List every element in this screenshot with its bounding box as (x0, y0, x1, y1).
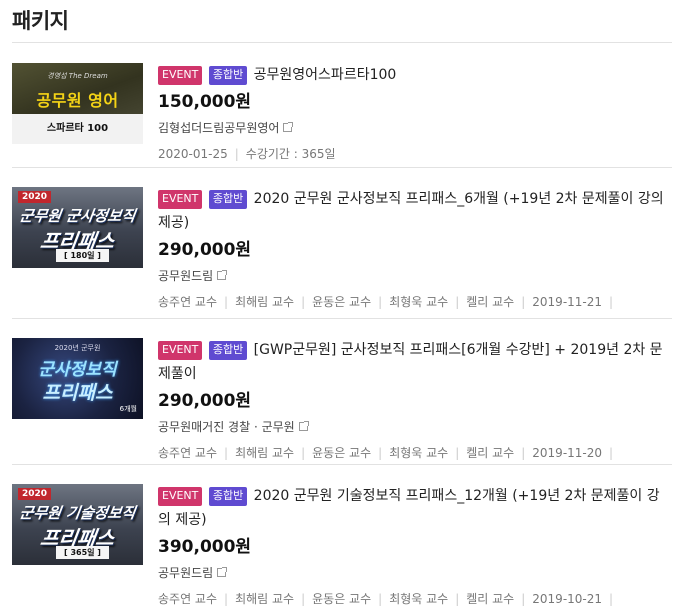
package-thumbnail[interactable]: 2020 군무원 기술정보직 프리패스 [ 365일 ] (12, 484, 143, 565)
external-link-icon[interactable] (217, 567, 228, 577)
provider-link[interactable]: 공무원드림 (158, 266, 672, 286)
package-title-line[interactable]: EVENT 종합반 [GWP군무원] 군사정보직 프리패스[6개월 수강반] +… (158, 338, 672, 386)
teacher-name[interactable]: 최형욱 교수 (389, 295, 448, 309)
provider-name[interactable]: 김형섭더드림공무원영어 (158, 121, 279, 135)
package-section: 패키지 경영섭 The Dream 공무원 영어 스파르타 100 EVENT … (0, 0, 695, 607)
package-thumbnail[interactable]: 2020년 군무원 군사정보직 프리패스 6개월 (12, 338, 143, 419)
thumbnail-year: 2020 (18, 191, 52, 203)
divider (12, 42, 672, 43)
thumbnail-title: 군무원 기술정보직 (18, 504, 137, 522)
combo-badge: 종합반 (208, 66, 248, 85)
package-info: EVENT 종합반 공무원영어스파르타100 150,000원 김형섭더드림공무… (158, 63, 672, 164)
teacher-name[interactable]: 송주연 교수 (158, 446, 217, 460)
package-thumbnail[interactable]: 2020 군무원 군사정보직 프리패스 [ 180일 ] (12, 187, 143, 268)
thumbnail-duration: [ 180일 ] (56, 249, 109, 262)
meta-date: 2020-01-25 (158, 147, 228, 161)
provider-name[interactable]: 공무원매거진 경찰 · 군무원 (158, 420, 295, 434)
combo-badge: 종합반 (208, 341, 248, 360)
combo-badge: 종합반 (208, 190, 248, 209)
meta-date: 2019-11-21 (532, 295, 603, 309)
package-price: 290,000원 (158, 240, 252, 260)
package-title-line[interactable]: EVENT 종합반 2020 군무원 기술정보직 프리패스_12개월 (+19년… (158, 484, 672, 532)
section-title: 패키지 (12, 9, 69, 33)
thumbnail-caption: 경영섭 The Dream (47, 72, 108, 80)
package-meta: 송주연 교수 | 최해림 교수 | 윤동은 교수 | 최형욱 교수 | 켈리 교수 | 2019-1… (158, 295, 614, 309)
external-link-icon[interactable] (283, 122, 294, 132)
thumbnail-year: 2020 (18, 488, 52, 500)
thumbnail-duration: 6개월 (119, 405, 137, 413)
package-thumbnail[interactable]: 경영섭 The Dream 공무원 영어 스파르타 100 (12, 63, 143, 144)
teacher-name[interactable]: 켈리 교수 (466, 295, 514, 309)
thumbnail-title: 군사정보직 (38, 360, 117, 380)
provider-name[interactable]: 공무원드림 (158, 269, 213, 283)
divider (12, 167, 672, 168)
thumbnail-title: 군무원 군사정보직 (18, 207, 137, 225)
event-badge: EVENT (158, 341, 203, 360)
meta-date: 2019-10-21 (532, 592, 603, 606)
provider-link[interactable]: 김형섭더드림공무원영어 (158, 118, 672, 138)
teacher-name[interactable]: 켈리 교수 (466, 592, 514, 606)
package-info: EVENT 종합반 2020 군무원 군사정보직 프리패스_6개월 (+19년 … (158, 187, 672, 312)
teacher-name[interactable]: 최형욱 교수 (389, 592, 448, 606)
teacher-name[interactable]: 송주연 교수 (158, 295, 217, 309)
thumbnail-caption: 2020년 군무원 (54, 344, 101, 352)
package-price: 290,000원 (158, 391, 252, 411)
event-badge: EVENT (158, 66, 203, 85)
external-link-icon[interactable] (217, 270, 228, 280)
provider-link[interactable]: 공무원매거진 경찰 · 군무원 (158, 417, 672, 437)
divider (12, 464, 672, 465)
package-title-line[interactable]: EVENT 종합반 2020 군무원 군사정보직 프리패스_6개월 (+19년 … (158, 187, 672, 235)
package-price: 390,000원 (158, 537, 252, 557)
thumbnail-subtitle: 스파르타 100 (12, 114, 143, 144)
teacher-name[interactable]: 최해림 교수 (235, 592, 294, 606)
package-price: 150,000원 (158, 92, 252, 112)
event-badge: EVENT (158, 487, 203, 506)
provider-name[interactable]: 공무원드림 (158, 566, 213, 580)
combo-badge: 종합반 (208, 487, 248, 506)
teacher-name[interactable]: 최해림 교수 (235, 295, 294, 309)
meta-period: 수강기간 : 365일 (245, 147, 336, 161)
package-info: EVENT 종합반 2020 군무원 기술정보직 프리패스_12개월 (+19년… (158, 484, 672, 607)
teacher-name[interactable]: 켈리 교수 (466, 446, 514, 460)
divider (12, 318, 672, 319)
package-meta: 송주연 교수 | 최해림 교수 | 윤동은 교수 | 최형욱 교수 | 켈리 교수 | 2019-1… (158, 446, 614, 460)
teacher-name[interactable]: 송주연 교수 (158, 592, 217, 606)
package-meta: 2020-01-25 | 수강기간 : 365일 (158, 147, 336, 161)
external-link-icon[interactable] (298, 421, 309, 431)
thumbnail-title: 공무원 영어 (36, 91, 119, 110)
event-badge: EVENT (158, 190, 203, 209)
package-title[interactable]: 공무원영어스파르타100 (254, 67, 397, 83)
meta-date: 2019-11-20 (532, 446, 603, 460)
package-title-line[interactable]: EVENT 종합반 공무원영어스파르타100 (158, 63, 672, 87)
teacher-name[interactable]: 윤동은 교수 (312, 592, 371, 606)
teacher-name[interactable]: 윤동은 교수 (312, 446, 371, 460)
thumbnail-subtitle: 프리패스 (42, 382, 113, 404)
teacher-name[interactable]: 최형욱 교수 (389, 446, 448, 460)
thumbnail-duration: [ 365일 ] (56, 546, 109, 559)
provider-link[interactable]: 공무원드림 (158, 563, 672, 583)
package-meta: 송주연 교수 | 최해림 교수 | 윤동은 교수 | 최형욱 교수 | 켈리 교수 | 2019-1… (158, 592, 614, 606)
teacher-name[interactable]: 최해림 교수 (235, 446, 294, 460)
package-info: EVENT 종합반 [GWP군무원] 군사정보직 프리패스[6개월 수강반] +… (158, 338, 672, 463)
teacher-name[interactable]: 윤동은 교수 (312, 295, 371, 309)
